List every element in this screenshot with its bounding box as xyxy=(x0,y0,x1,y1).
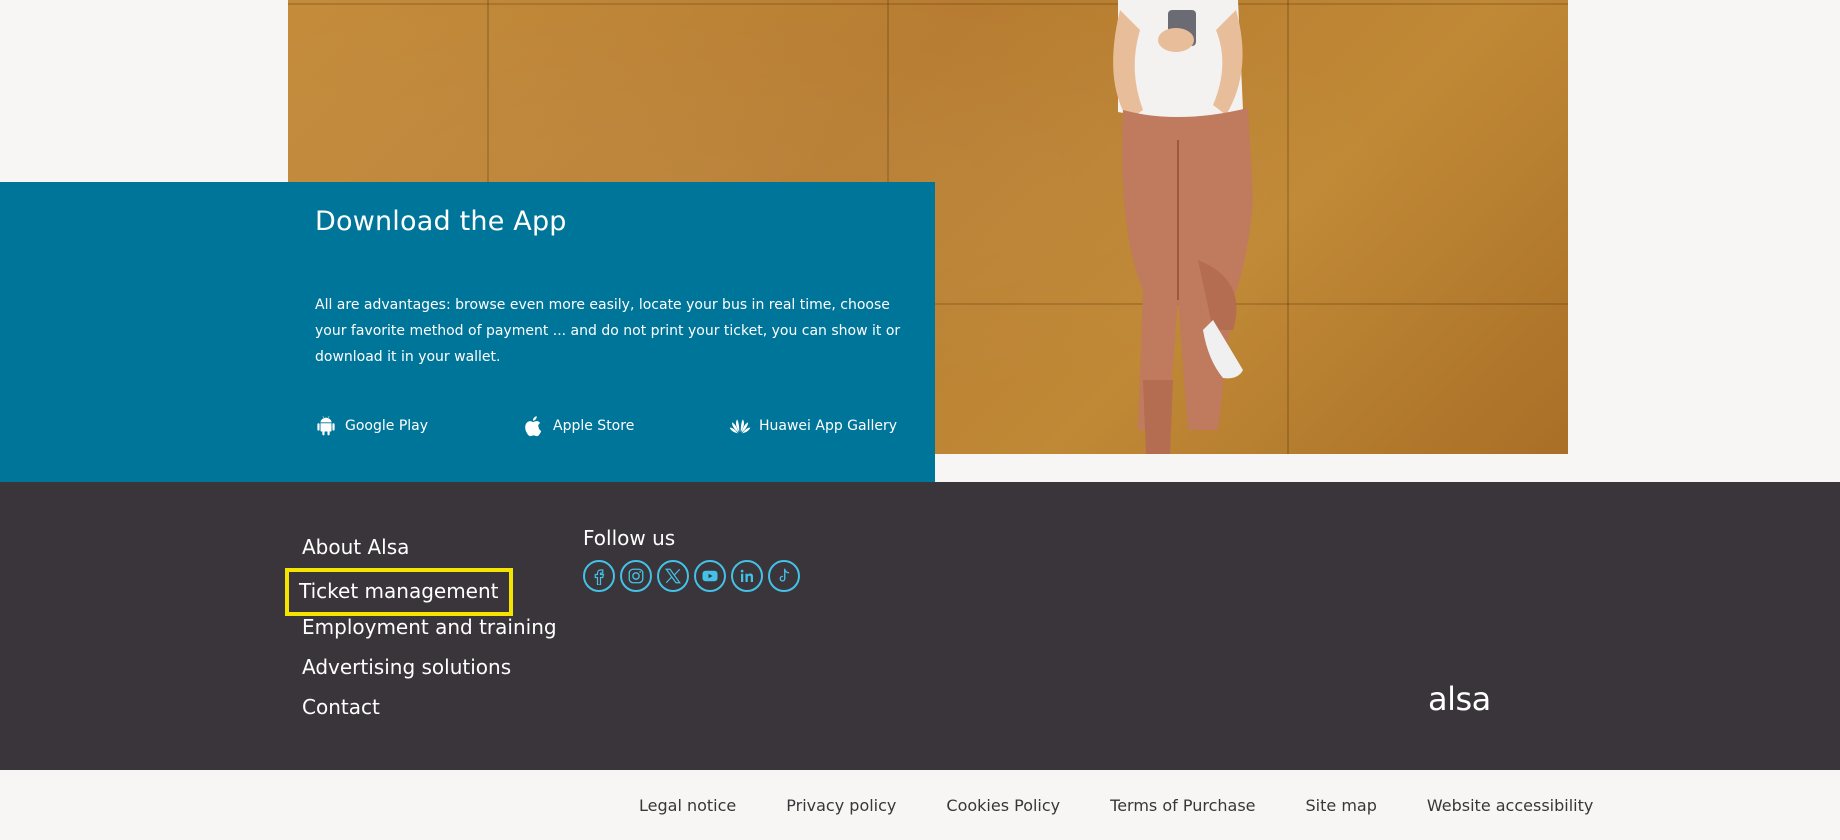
person-illustration xyxy=(1113,0,1253,454)
app-title: Download the App xyxy=(315,206,567,237)
cookies-policy-link[interactable]: Cookies Policy xyxy=(946,796,1060,815)
alsa-logo[interactable]: alsa xyxy=(1428,680,1491,718)
legal-nav: Legal notice Privacy policy Cookies Poli… xyxy=(639,796,1593,815)
facebook-icon xyxy=(594,569,605,585)
apple-store-label: Apple Store xyxy=(553,418,635,434)
google-play-link[interactable]: Google Play xyxy=(315,414,428,438)
instagram-icon xyxy=(628,568,644,584)
footer-link-about[interactable]: About Alsa xyxy=(302,532,557,572)
download-app-panel: Download the App All are advantages: bro… xyxy=(0,182,935,482)
linkedin-link[interactable] xyxy=(731,560,763,592)
huawei-gallery-label: Huawei App Gallery xyxy=(759,418,898,434)
footer: About Alsa Ticket management Employment … xyxy=(0,482,1840,770)
legal-bar: Legal notice Privacy policy Cookies Poli… xyxy=(0,770,1840,840)
huawei-icon xyxy=(729,419,751,434)
footer-nav: About Alsa Ticket management Employment … xyxy=(285,532,557,732)
follow-us-title: Follow us xyxy=(583,526,676,550)
tiktok-icon xyxy=(779,568,790,582)
app-description: All are advantages: browse even more eas… xyxy=(315,297,901,365)
google-play-label: Google Play xyxy=(345,418,429,434)
instagram-link[interactable] xyxy=(620,560,652,592)
android-icon xyxy=(317,416,335,436)
x-link[interactable] xyxy=(657,560,689,592)
footer-link-advertising[interactable]: Advertising solutions xyxy=(302,652,557,692)
huawei-gallery-link[interactable]: Huawei App Gallery xyxy=(729,414,897,438)
linkedin-icon xyxy=(740,569,753,582)
privacy-policy-link[interactable]: Privacy policy xyxy=(786,796,896,815)
x-icon xyxy=(665,568,681,584)
footer-link-employment[interactable]: Employment and training xyxy=(302,612,557,652)
footer-link-ticket-management[interactable]: Ticket management xyxy=(285,568,513,616)
site-map-link[interactable]: Site map xyxy=(1306,796,1377,815)
youtube-link[interactable] xyxy=(694,560,726,592)
tiktok-link[interactable] xyxy=(768,560,800,592)
legal-notice-link[interactable]: Legal notice xyxy=(639,796,736,815)
youtube-icon xyxy=(702,570,718,582)
terms-of-purchase-link[interactable]: Terms of Purchase xyxy=(1110,796,1255,815)
social-links xyxy=(583,560,800,592)
website-accessibility-link[interactable]: Website accessibility xyxy=(1427,796,1593,815)
apple-store-link[interactable]: Apple Store xyxy=(523,414,634,438)
footer-link-contact[interactable]: Contact xyxy=(302,692,557,732)
follow-us-section: Follow us xyxy=(583,526,800,592)
apple-icon xyxy=(525,416,542,437)
facebook-link[interactable] xyxy=(583,560,615,592)
